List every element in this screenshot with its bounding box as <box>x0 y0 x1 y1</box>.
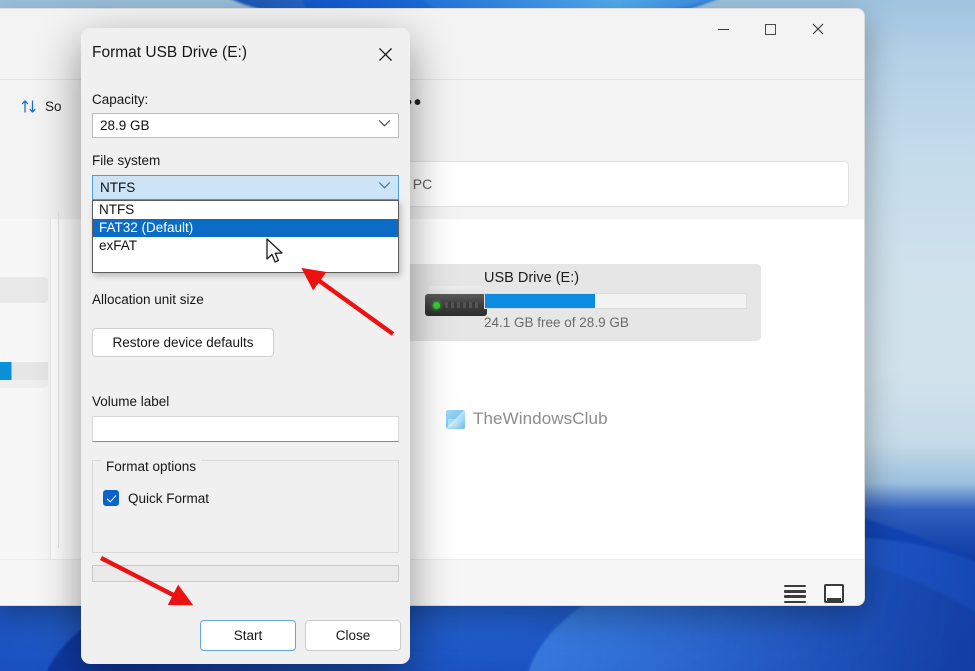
details-view-line <box>784 585 806 588</box>
volume-label-label: Volume label <box>92 394 170 409</box>
chevron-down-icon <box>378 182 391 189</box>
file-system-option-fat32[interactable]: FAT32 (Default) <box>93 219 398 237</box>
watermark: TheWindowsClub <box>446 409 608 429</box>
file-system-option-ntfs[interactable]: NTFS <box>93 201 398 219</box>
explorer-left-panel <box>0 219 51 559</box>
close-icon <box>812 23 823 35</box>
sort-button[interactable]: So <box>13 91 70 121</box>
usb-capacity-text: 24.1 GB free of 28.9 GB <box>484 315 629 330</box>
close-button[interactable]: Close <box>305 620 401 651</box>
capacity-label: Capacity: <box>92 92 149 107</box>
search-input[interactable]: ch This PC <box>364 161 849 207</box>
file-system-dropdown-list[interactable]: NTFS FAT32 (Default) exFAT <box>92 200 399 273</box>
minimize-button[interactable] <box>700 9 747 49</box>
usb-capacity-fill <box>485 294 595 308</box>
chevron-down-icon <box>378 120 391 127</box>
usb-capacity-bar <box>484 293 747 309</box>
volume-label-input[interactable] <box>92 416 399 442</box>
file-system-label: File system <box>92 153 161 168</box>
dialog-button-row: Start Close <box>92 620 401 651</box>
usb-drive-name: USB Drive (E:) <box>484 270 580 286</box>
dialog-title: Format USB Drive (E:) <box>92 44 248 61</box>
format-dialog: Format USB Drive (E:) Capacity: 28.9 GB … <box>81 28 410 664</box>
capacity-value: 28.9 GB <box>100 118 150 133</box>
watermark-text: TheWindowsClub <box>473 409 608 428</box>
usb-drive-tile[interactable]: USB Drive (E:) 24.1 GB free of 28.9 GB <box>407 264 761 341</box>
close-window-button[interactable] <box>794 9 841 49</box>
details-view-line <box>784 590 806 593</box>
file-system-dropdown[interactable]: NTFS <box>92 175 399 200</box>
restore-device-defaults-label: Restore device defaults <box>112 335 254 350</box>
maximize-button[interactable] <box>747 9 794 49</box>
large-icons-view-icon[interactable] <box>824 584 844 603</box>
details-view-icon[interactable] <box>784 585 806 603</box>
file-system-value: NTFS <box>100 180 136 195</box>
option-label: exFAT <box>99 238 138 253</box>
format-progress-bar <box>92 565 399 582</box>
quick-format-label: Quick Format <box>128 490 210 506</box>
option-label: NTFS <box>99 202 135 217</box>
quick-format-checkbox[interactable] <box>103 490 119 506</box>
dropdown-list-trailer <box>93 255 398 272</box>
partial-drive-capacity-bar <box>0 362 48 380</box>
quick-format-row[interactable]: Quick Format <box>103 490 209 506</box>
dialog-close-button[interactable] <box>368 38 402 70</box>
partial-drive-tile <box>0 277 48 303</box>
option-label: FAT32 (Default) <box>99 220 194 235</box>
watermarkclub-logo-icon <box>446 409 465 429</box>
allocation-unit-size-label: Allocation unit size <box>92 292 204 307</box>
details-view-line <box>784 600 806 603</box>
usb-drive-icon <box>425 294 487 316</box>
close-icon <box>378 47 392 61</box>
sort-button-label: So <box>45 98 62 114</box>
sort-icon <box>21 99 36 113</box>
maximize-icon <box>765 23 776 35</box>
format-options-legend: Format options <box>101 459 202 474</box>
details-view-line <box>784 595 806 598</box>
start-button[interactable]: Start <box>200 620 296 651</box>
file-system-option-exfat[interactable]: exFAT <box>93 237 398 255</box>
mouse-cursor-icon <box>266 238 283 263</box>
start-button-label: Start <box>233 628 263 643</box>
panel-divider <box>58 212 59 548</box>
minimize-icon <box>718 28 729 30</box>
capacity-dropdown[interactable]: 28.9 GB <box>92 113 399 138</box>
restore-device-defaults-button[interactable]: Restore device defaults <box>92 328 274 357</box>
close-button-label: Close <box>335 628 371 643</box>
